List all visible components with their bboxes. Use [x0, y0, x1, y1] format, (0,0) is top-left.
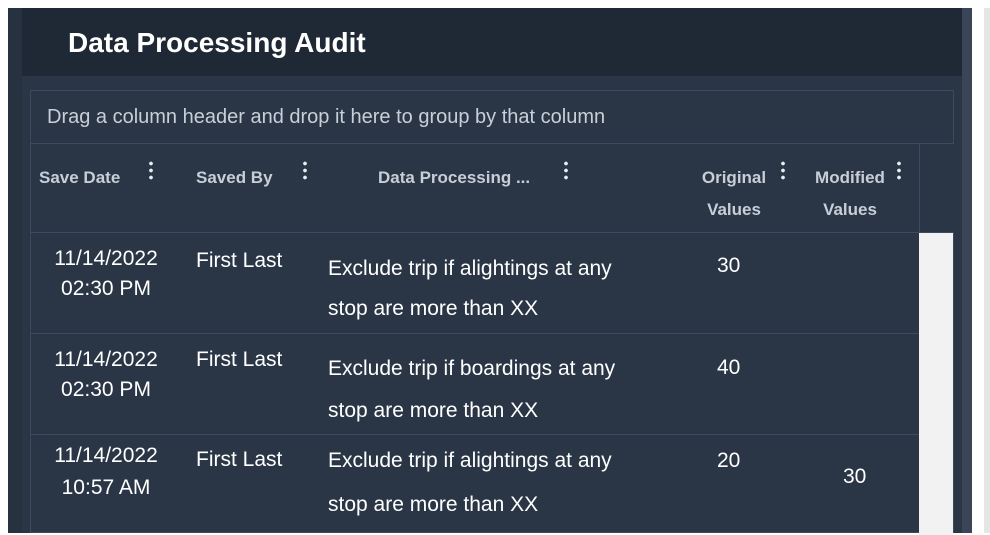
saved-by-cell: First Last	[196, 448, 283, 471]
rule-parameter: XX	[510, 297, 539, 320]
rule-field: alightings at any	[459, 449, 612, 472]
column-label-data-processing: Data Processing ...	[378, 168, 531, 187]
save-time: 10:57 AM	[61, 476, 151, 499]
modified-value-cell: 30	[843, 465, 867, 488]
group-by-drop-zone[interactable]: Drag a column header and drop it here to…	[31, 91, 953, 144]
rule-condition: stop are more than	[328, 399, 505, 422]
column-label-original-values: Original Values	[689, 162, 779, 226]
save-time: 02:30 PM	[61, 378, 151, 401]
column-label-line: Values	[823, 200, 877, 219]
audit-grid: Drag a column header and drop it here to…	[30, 90, 956, 535]
panel-title: Data Processing Audit	[68, 27, 366, 58]
data-processing-cell: Exclude trip if alightings at any stop a…	[328, 249, 612, 329]
rule-field: alightings at any	[459, 257, 612, 280]
column-header-modified-values[interactable]: Modified Values	[791, 144, 919, 232]
rule-condition: stop are more than	[328, 297, 505, 320]
column-header-save-date[interactable]: Save Date	[31, 144, 181, 232]
column-header-data-processing[interactable]: Data Processing ...	[331, 144, 681, 232]
panel-scroll-strip	[962, 8, 972, 533]
rule-field: boardings at any	[459, 357, 616, 380]
save-date: 11/14/2022	[54, 247, 158, 270]
grid-header-row: Save Date Saved By Data Processing ... O…	[31, 144, 953, 233]
group-by-hint: Drag a column header and drop it here to…	[47, 105, 606, 128]
rule-prefix: Exclude trip if	[328, 257, 455, 280]
data-processing-cell: Exclude trip if boardings at any stop ar…	[328, 348, 615, 432]
column-header-original-values[interactable]: Original Values	[681, 144, 791, 232]
original-value-cell: 20	[717, 449, 741, 472]
panel-header: Data Processing Audit	[22, 8, 970, 76]
column-menu-icon[interactable]	[303, 160, 307, 180]
table-row[interactable]: 11/14/2022 02:30 PM First Last Exclude t…	[31, 334, 919, 435]
original-value-cell: 40	[717, 356, 741, 379]
save-date: 11/14/2022	[54, 348, 158, 371]
rule-condition: stop are more than	[328, 493, 505, 516]
grid-vertical-scrollbar[interactable]	[919, 233, 953, 535]
column-label-save-date: Save Date	[39, 168, 121, 187]
data-processing-cell: Exclude trip if alightings at any stop a…	[328, 439, 612, 527]
table-row[interactable]: 11/14/2022 10:57 AM First Last Exclude t…	[31, 435, 919, 535]
save-date-cell: 11/14/2022 02:30 PM	[31, 244, 181, 304]
save-time: 02:30 PM	[61, 277, 151, 300]
page-scrollbar[interactable]	[984, 8, 990, 533]
save-date-cell: 11/14/2022 02:30 PM	[31, 345, 181, 405]
column-label-line: Original	[701, 168, 767, 187]
column-label-line: Values	[707, 200, 761, 219]
column-menu-icon[interactable]	[897, 160, 901, 180]
rule-prefix: Exclude trip if	[328, 449, 455, 472]
save-date-cell: 11/14/2022 10:57 AM	[31, 440, 181, 504]
column-label-line: Modified	[815, 168, 885, 187]
saved-by-cell: First Last	[196, 348, 283, 371]
table-row[interactable]: 11/14/2022 02:30 PM First Last Exclude t…	[31, 233, 919, 334]
column-menu-icon[interactable]	[781, 160, 785, 180]
rule-prefix: Exclude trip if	[328, 357, 455, 380]
column-label-saved-by: Saved By	[196, 168, 273, 187]
rule-parameter: XX	[510, 493, 539, 516]
column-menu-icon[interactable]	[149, 160, 153, 180]
grid-body: 11/14/2022 02:30 PM First Last Exclude t…	[31, 233, 953, 535]
column-menu-icon[interactable]	[564, 160, 568, 180]
rule-parameter: XX	[510, 399, 539, 422]
save-date: 11/14/2022	[54, 444, 158, 467]
scrollbar-header-spacer	[919, 144, 956, 232]
saved-by-cell: First Last	[196, 249, 283, 272]
column-label-modified-values: Modified Values	[805, 162, 895, 226]
column-header-saved-by[interactable]: Saved By	[181, 144, 331, 232]
original-value-cell: 30	[717, 254, 741, 277]
